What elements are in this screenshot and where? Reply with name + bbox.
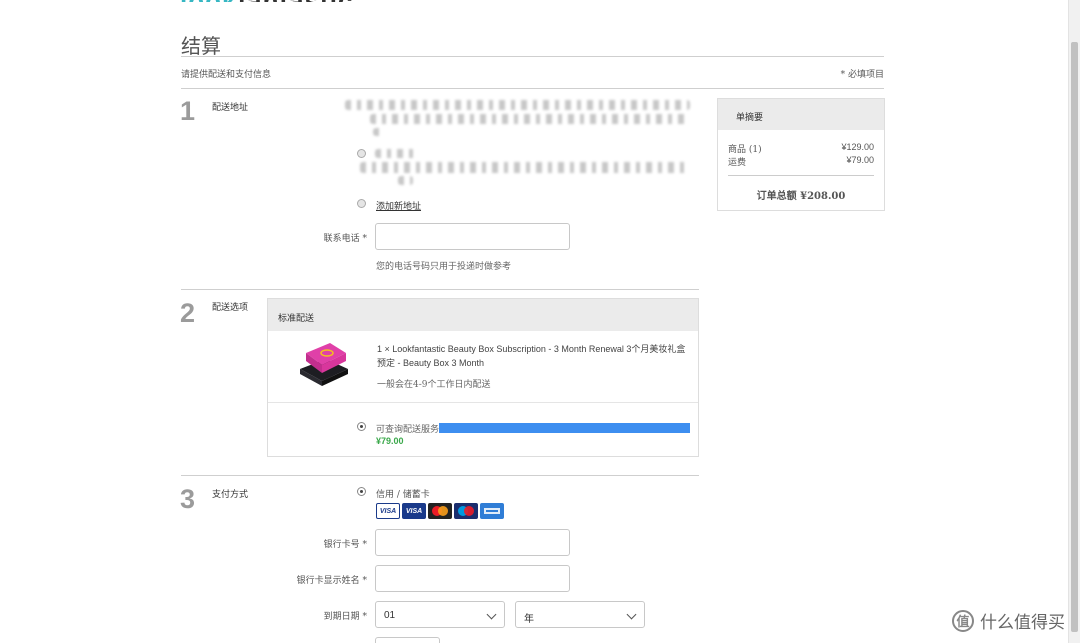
order-summary: 单摘要 商品 (1) ¥129.00 运费 ¥79.00 订单总额 ¥208.0… [717,98,885,211]
card-number-input[interactable] [375,529,570,556]
step-number-1: 1 [180,96,196,126]
visa-electron-icon: VISA [402,503,426,519]
title-divider [181,56,884,57]
address-redacted [373,128,385,136]
address-redacted [370,114,690,124]
card-name-input[interactable] [375,565,570,592]
brand-logo: lookfantastic [180,0,353,2]
summary-row-label: 运费 [728,158,747,168]
step-label-shipping: 配送选项 [212,303,249,313]
section-divider [181,475,699,476]
expiry-month-select[interactable]: 01 [375,601,505,628]
security-code-input[interactable] [375,637,440,643]
tracked-service-label: 可查询配送服务 [376,425,440,435]
expiry-year-value: 年 [524,614,534,625]
address-radio[interactable] [357,149,366,158]
section-divider [181,289,699,290]
page-subtitle: 请提供配送和支付信息 [181,70,272,80]
step-number-2: 2 [180,298,196,328]
address-redacted [375,149,415,158]
expiry-label: 到期日期 * [323,612,367,622]
service-name-highlight [439,423,690,433]
watermark: 值 什么值得买 [952,608,1065,633]
beauty-box-image [300,343,348,386]
step-label-address: 配送地址 [212,103,249,113]
shipping-service-radio[interactable] [357,422,366,431]
expiry-year-select[interactable]: 年 [515,601,645,628]
scrollbar-thumb[interactable] [1071,42,1078,632]
required-note: * 必填项目 [840,70,884,80]
summary-row-label: 商品 (1) [728,145,762,155]
add-new-address-link[interactable]: 添加新地址 [376,199,421,212]
mastercard-icon [428,503,452,519]
product-description: 1 × Lookfantastic Beauty Box Subscriptio… [377,342,692,370]
shipping-price: ¥79.00 [376,436,404,446]
maestro-icon [454,503,478,519]
summary-divider [728,175,874,176]
page-title: 结算 [181,34,221,58]
phone-hint: 您的电话号码只用于投递时做参考 [376,262,512,272]
step-label-payment: 支付方式 [212,490,249,500]
chevron-down-icon [626,609,637,620]
amex-icon [480,503,504,519]
watermark-logo-icon: 值 [952,609,974,632]
phone-label: 联系电话 * [323,234,367,244]
phone-input[interactable] [375,223,570,250]
expiry-month-value: 01 [384,610,396,621]
product-line: 预定 - Beauty Box 3 Month [377,358,485,368]
accepted-cards: VISA VISA [376,503,504,519]
delivery-eta: 一般会在4-9个工作日内配送 [377,380,491,390]
step-number-3: 3 [180,484,196,514]
address-redacted [360,162,690,173]
address-redacted [345,100,690,110]
watermark-text: 什么值得买 [980,613,1065,633]
summary-row-items: 商品 (1) ¥129.00 [728,142,874,155]
product-line: 1 × Lookfantastic Beauty Box Subscriptio… [377,344,686,354]
section-divider [181,88,884,89]
add-address-radio[interactable] [357,199,366,208]
card-payment-label: 信用 / 储蓄卡 [376,490,430,500]
summary-row-shipping: 运费 ¥79.00 [728,155,874,168]
summary-row-value: ¥129.00 [841,142,874,152]
summary-row-value: ¥79.00 [846,155,874,165]
shipping-option-box: 标准配送 1 × Lookfantastic Beauty Box Subscr… [267,298,699,457]
visa-icon: VISA [376,503,400,519]
card-name-label: 银行卡显示姓名 * [296,576,367,586]
summary-total: 订单总额 ¥208.00 [756,191,846,202]
summary-header: 单摘要 [718,99,884,130]
address-redacted [398,176,413,185]
card-payment-radio[interactable] [357,487,366,496]
shipping-method-header: 标准配送 [268,299,698,331]
page-scrollbar[interactable] [1068,0,1080,643]
chevron-down-icon [486,609,497,620]
card-number-label: 银行卡号 * [323,540,367,550]
shipping-divider [268,402,698,403]
